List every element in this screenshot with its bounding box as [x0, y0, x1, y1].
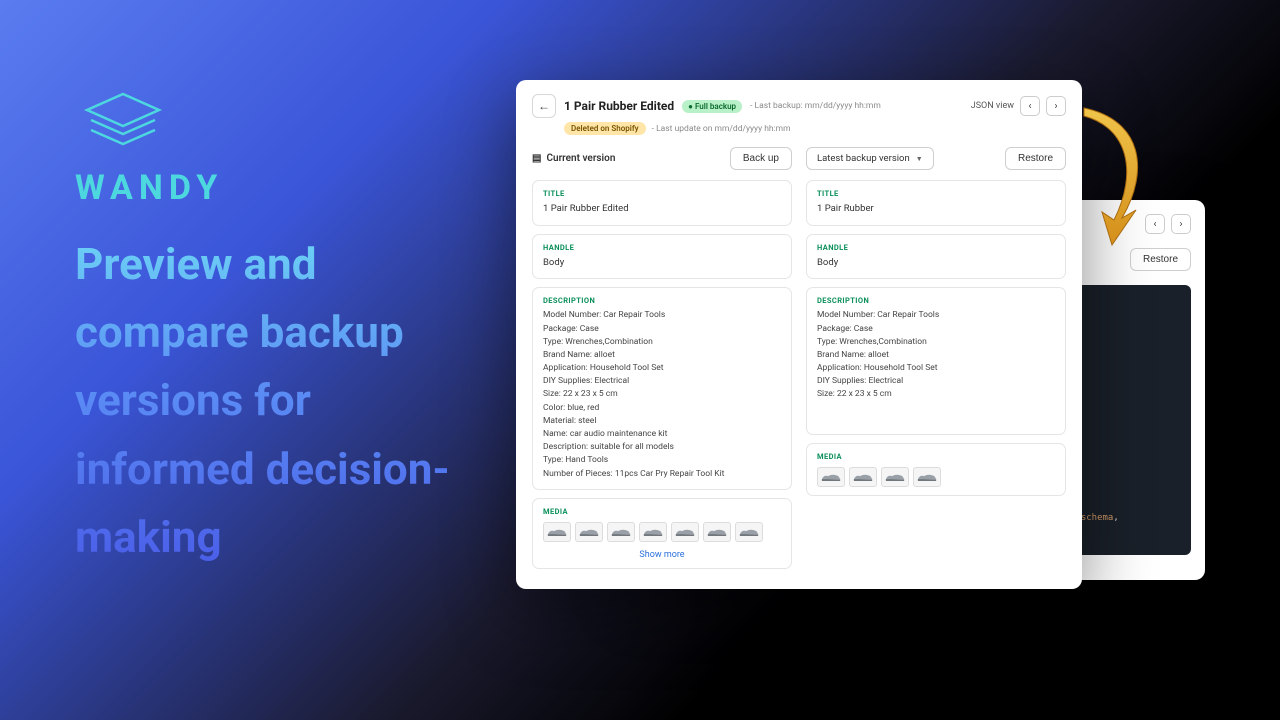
- stack-icon: [75, 90, 223, 156]
- media-section: MEDIA Show more: [532, 498, 792, 569]
- next-button[interactable]: ›: [1171, 214, 1191, 234]
- media-thumbnail[interactable]: [671, 522, 699, 542]
- brand-name: WANDY: [75, 168, 223, 208]
- media-thumbnail[interactable]: [817, 467, 845, 487]
- version-dropdown[interactable]: Latest backup version ▼: [806, 147, 934, 170]
- handle-value: Body: [817, 256, 1055, 271]
- title-value: 1 Pair Rubber Edited: [543, 202, 781, 217]
- description-line: Color: blue, red: [543, 402, 781, 415]
- handle-value: Body: [543, 256, 781, 271]
- media-thumbnail[interactable]: [639, 522, 667, 542]
- deleted-badge: Deleted on Shopify: [564, 122, 646, 135]
- description-line: Model Number: Car Repair Tools: [543, 309, 781, 322]
- media-thumbnail[interactable]: [735, 522, 763, 542]
- description-line: Material: steel: [543, 415, 781, 428]
- show-more-link[interactable]: Show more: [543, 550, 781, 560]
- media-thumbnail[interactable]: [881, 467, 909, 487]
- last-backup-text: - Last backup: mm/dd/yyyy hh:mm: [750, 101, 881, 111]
- current-version-column: ▤ Current version Back up TITLE 1 Pair R…: [532, 147, 792, 569]
- media-thumbnail[interactable]: [575, 522, 603, 542]
- handle-section: HANDLE Body: [806, 234, 1066, 280]
- json-view-toggle[interactable]: JSON view: [971, 101, 1014, 111]
- brand-block: WANDY: [75, 90, 223, 208]
- description-line: Name: car audio maintenance kit: [543, 428, 781, 441]
- media-thumbnail[interactable]: [703, 522, 731, 542]
- description-line: DIY Supplies: Electrical: [543, 375, 781, 388]
- description-line: Type: Hand Tools: [543, 454, 781, 467]
- media-thumbnail[interactable]: [543, 522, 571, 542]
- description-line: Package: Case: [817, 323, 1055, 336]
- description-line: Type: Wrenches,Combination: [543, 336, 781, 349]
- description-line: Description: suitable for all models: [543, 441, 781, 454]
- product-title: 1 Pair Rubber Edited: [564, 99, 674, 113]
- current-version-label: Current version: [546, 153, 615, 164]
- backup-version-column: Latest backup version ▼ Restore TITLE 1 …: [806, 147, 1066, 569]
- media-thumbnail[interactable]: [913, 467, 941, 487]
- description-line: Brand Name: alloet: [817, 349, 1055, 362]
- description-section: DESCRIPTION Model Number: Car Repair Too…: [806, 287, 1066, 435]
- description-line: Model Number: Car Repair Tools: [817, 309, 1055, 322]
- description-line: Size: 22 x 23 x 5 cm: [543, 388, 781, 401]
- chevron-down-icon: ▼: [916, 155, 923, 163]
- calendar-icon: ▤: [532, 153, 541, 164]
- title-section: TITLE 1 Pair Rubber Edited: [532, 180, 792, 226]
- last-update-text: - Last update on mm/dd/yyyy hh:mm: [652, 124, 791, 134]
- headline: Preview and compare backup versions for …: [75, 230, 455, 571]
- description-line: Size: 22 x 23 x 5 cm: [817, 388, 1055, 401]
- description-line: Application: Household Tool Set: [817, 362, 1055, 375]
- handle-section: HANDLE Body: [532, 234, 792, 280]
- prev-button[interactable]: ‹: [1145, 214, 1165, 234]
- description-line: DIY Supplies: Electrical: [817, 375, 1055, 388]
- media-thumbnail[interactable]: [607, 522, 635, 542]
- description-line: Number of Pieces: 11pcs Car Pry Repair T…: [543, 468, 781, 481]
- media-thumbnail[interactable]: [849, 467, 877, 487]
- title-value: 1 Pair Rubber: [817, 202, 1055, 217]
- description-line: Brand Name: alloet: [543, 349, 781, 362]
- restore-button[interactable]: Restore: [1130, 248, 1191, 271]
- backup-button[interactable]: Back up: [730, 147, 792, 170]
- title-section: TITLE 1 Pair Rubber: [806, 180, 1066, 226]
- media-section: MEDIA: [806, 443, 1066, 496]
- description-line: Application: Household Tool Set: [543, 362, 781, 375]
- compare-modal: ← 1 Pair Rubber Edited ● Full backup - L…: [516, 80, 1082, 589]
- full-backup-badge: ● Full backup: [682, 100, 742, 113]
- back-button[interactable]: ←: [532, 94, 556, 118]
- next-button[interactable]: ›: [1046, 96, 1066, 116]
- restore-button[interactable]: Restore: [1005, 147, 1066, 170]
- description-section: DESCRIPTION Model Number: Car Repair Too…: [532, 287, 792, 489]
- description-line: Package: Case: [543, 323, 781, 336]
- description-line: Type: Wrenches,Combination: [817, 336, 1055, 349]
- prev-button[interactable]: ‹: [1020, 96, 1040, 116]
